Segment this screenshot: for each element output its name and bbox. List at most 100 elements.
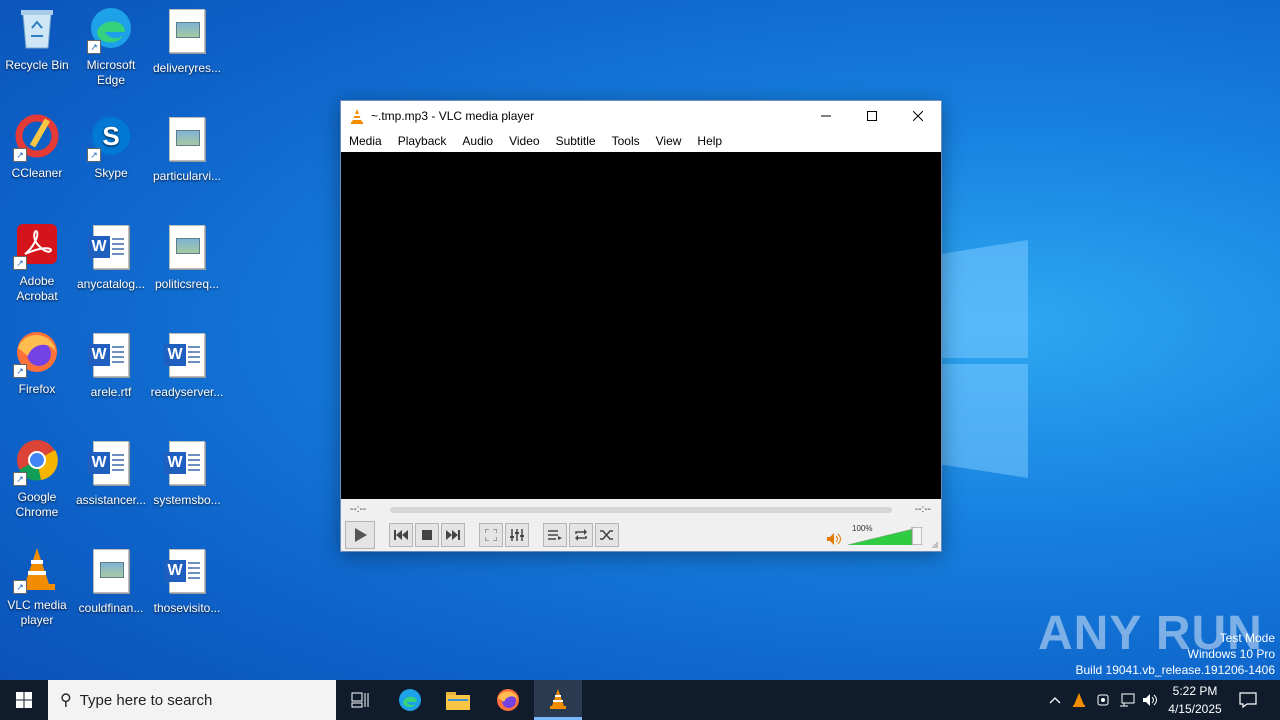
equalizer-icon xyxy=(510,529,524,541)
vlc-window-title: ~.tmp.mp3 - VLC media player xyxy=(371,109,535,123)
next-button[interactable] xyxy=(441,523,465,547)
elapsed-time: --:-- xyxy=(350,504,367,515)
menu-media[interactable]: Media xyxy=(341,134,390,148)
task-view-button[interactable] xyxy=(336,680,384,720)
resize-grip-icon[interactable] xyxy=(931,541,939,549)
wallpaper-windows-logo xyxy=(940,240,1030,480)
loop-icon xyxy=(575,529,587,541)
menu-video[interactable]: Video xyxy=(501,134,547,148)
start-button[interactable] xyxy=(0,680,48,720)
desktop-icon[interactable]: ↗ Microsoft Edge xyxy=(74,6,148,88)
skype-icon: S ↗ xyxy=(87,114,135,162)
desktop-icon[interactable]: Wassistancer... xyxy=(74,438,148,508)
menu-tools[interactable]: Tools xyxy=(604,134,648,148)
clock-time: 5:22 PM xyxy=(1172,684,1218,698)
vlc-cone-icon xyxy=(550,688,566,709)
shortcut-arrow-icon: ↗ xyxy=(13,364,27,378)
desktop-icon[interactable]: politicsreq... xyxy=(150,222,224,292)
taskbar-search-box[interactable]: ⚲ Type here to search xyxy=(48,680,336,720)
menu-view[interactable]: View xyxy=(648,134,690,148)
playlist-button[interactable] xyxy=(543,523,567,547)
speaker-icon[interactable] xyxy=(827,533,841,545)
image-file-icon xyxy=(87,549,135,597)
maximize-button[interactable] xyxy=(849,101,895,131)
windows-logo-icon xyxy=(16,692,32,708)
previous-icon xyxy=(394,530,408,540)
vlc-titlebar[interactable]: ~.tmp.mp3 - VLC media player xyxy=(341,101,941,131)
desktop-icon[interactable]: Wanycatalog... xyxy=(74,222,148,292)
build-label: Build 19041.vb_release.191206-1406 xyxy=(1075,663,1276,677)
ccleaner-icon: ↗ xyxy=(13,114,61,162)
desktop-icon[interactable]: Wreadyserver... xyxy=(150,330,224,400)
menu-audio[interactable]: Audio xyxy=(454,134,501,148)
taskbar-clock[interactable]: 5:22 PM 4/15/2025 xyxy=(1162,682,1228,718)
desktop-icon[interactable]: particularvi... xyxy=(150,114,224,184)
desktop-icon-label: systemsbo... xyxy=(153,493,221,507)
show-hidden-icons-button[interactable] xyxy=(1046,680,1064,720)
os-label: Windows 10 Pro xyxy=(1187,647,1275,661)
word-doc-icon: W xyxy=(163,549,211,597)
next-icon xyxy=(446,530,460,540)
shortcut-arrow-icon: ↗ xyxy=(13,256,27,270)
playlist-icon xyxy=(548,530,562,540)
system-info: Test Mode Windows 10 Pro Build 19041.vb_… xyxy=(1076,630,1276,678)
action-center-button[interactable] xyxy=(1236,680,1260,720)
desktop-icon[interactable]: Wsystemsbo... xyxy=(150,438,224,508)
search-placeholder: Type here to search xyxy=(79,691,213,709)
desktop-icon-label: readyserver... xyxy=(150,385,224,399)
recycle-bin-icon xyxy=(13,6,61,54)
desktop-icon-label: anycatalog... xyxy=(76,277,146,291)
previous-button[interactable] xyxy=(389,523,413,547)
seek-bar[interactable] xyxy=(390,507,892,513)
tray-network[interactable] xyxy=(1118,680,1136,720)
tray-vlc[interactable] xyxy=(1070,680,1088,720)
menu-help[interactable]: Help xyxy=(689,134,730,148)
extended-settings-button[interactable] xyxy=(505,523,529,547)
desktop-icon[interactable]: ↗ VLC media player xyxy=(0,546,74,628)
desktop-icon[interactable]: Recycle Bin xyxy=(0,6,74,73)
desktop-icon[interactable]: Wthosevisito... xyxy=(150,546,224,616)
taskbar-file-explorer[interactable] xyxy=(434,680,482,720)
fullscreen-button[interactable] xyxy=(479,523,503,547)
image-file-icon xyxy=(163,9,211,57)
taskbar-edge[interactable] xyxy=(386,680,434,720)
close-icon xyxy=(913,111,923,121)
stop-button[interactable] xyxy=(415,523,439,547)
chevron-up-icon xyxy=(1049,697,1061,704)
close-button[interactable] xyxy=(895,101,941,131)
edge-icon xyxy=(399,689,421,711)
volume-slider[interactable] xyxy=(848,527,922,545)
desktop-icon[interactable]: ↗ Adobe Acrobat xyxy=(0,222,74,304)
desktop-icon[interactable]: Warele.rtf xyxy=(74,330,148,400)
desktop-icon[interactable]: couldfinan... xyxy=(74,546,148,616)
loop-button[interactable] xyxy=(569,523,593,547)
tray-device[interactable] xyxy=(1094,680,1112,720)
total-time: --:-- xyxy=(914,504,931,515)
desktop-icon[interactable]: deliveryres... xyxy=(150,6,224,76)
menu-playback[interactable]: Playback xyxy=(390,134,455,148)
taskbar-firefox[interactable] xyxy=(484,680,532,720)
desktop-icon[interactable]: S ↗ Skype xyxy=(74,114,148,181)
tray-volume[interactable] xyxy=(1142,680,1160,720)
video-area[interactable] xyxy=(341,152,941,499)
firefox-icon: ↗ xyxy=(13,330,61,378)
shortcut-arrow-icon: ↗ xyxy=(13,472,27,486)
minimize-button[interactable] xyxy=(803,101,849,131)
word-doc-icon: W xyxy=(163,333,211,381)
menu-subtitle[interactable]: Subtitle xyxy=(548,134,604,148)
shuffle-button[interactable] xyxy=(595,523,619,547)
volume-handle[interactable] xyxy=(911,527,922,545)
task-view-icon xyxy=(351,692,369,708)
play-button[interactable] xyxy=(345,521,375,549)
word-doc-icon: W xyxy=(87,225,135,273)
desktop-icon[interactable]: ↗ Google Chrome xyxy=(0,438,74,520)
desktop-icon[interactable]: ↗ CCleaner xyxy=(0,114,74,181)
shortcut-arrow-icon: ↗ xyxy=(87,40,101,54)
vlc-menubar: Media Playback Audio Video Subtitle Tool… xyxy=(341,131,941,151)
minimize-icon xyxy=(821,115,831,117)
word-doc-icon: W xyxy=(163,441,211,489)
desktop-icon-label: Adobe Acrobat xyxy=(16,274,58,303)
desktop-icon[interactable]: ↗ Firefox xyxy=(0,330,74,397)
taskbar-vlc[interactable] xyxy=(534,680,582,720)
taskbar: ⚲ Type here to search 5:22 PM 4/15/2025 xyxy=(0,680,1280,720)
